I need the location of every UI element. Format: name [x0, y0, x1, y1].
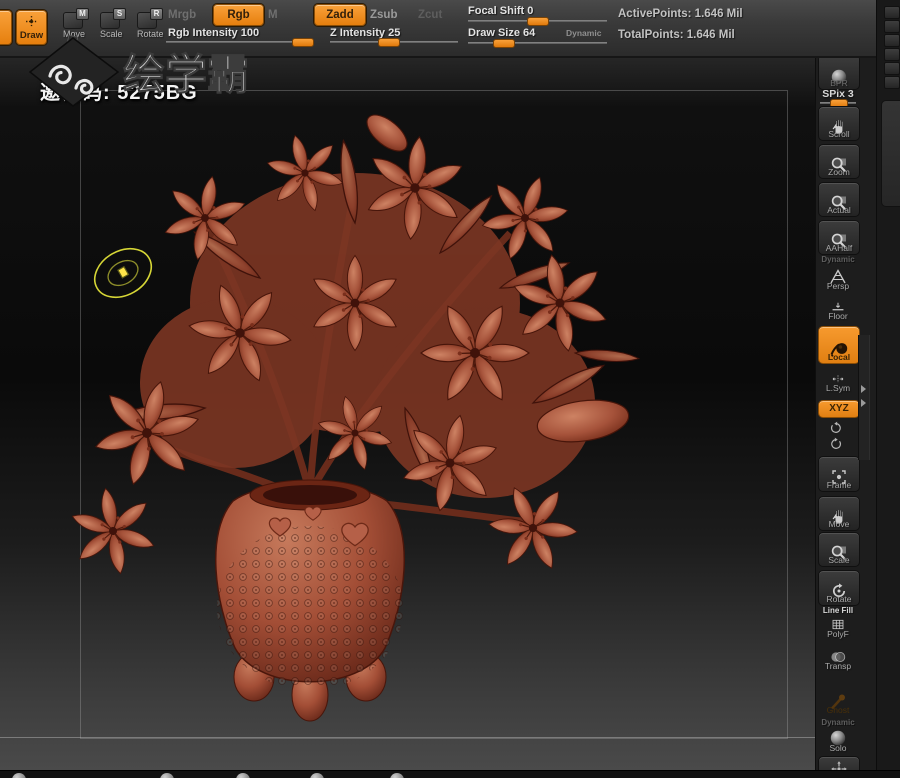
xyz-label: XYZ [829, 403, 849, 414]
edge-mini-button[interactable] [884, 6, 900, 19]
zcut-button[interactable]: Zcut [418, 9, 442, 21]
tray-sphere-icon [390, 773, 404, 778]
transp-label: Transp [824, 661, 852, 671]
focal-shift-label: Focal Shift 0 [468, 5, 534, 17]
edge-mini-button[interactable] [884, 62, 900, 75]
local-button[interactable]: Local [818, 326, 860, 364]
logo-text: 绘学霸 [123, 51, 249, 98]
spin-ccw-button[interactable] [829, 421, 843, 435]
actual-label: Actual [827, 205, 851, 215]
mrgb-button[interactable]: Mrgb [168, 9, 196, 21]
aahalf-button[interactable]: AAHalf [818, 220, 860, 255]
right-edge-strip [876, 0, 900, 778]
edge-mini-button[interactable] [884, 48, 900, 61]
z-intensity-handle[interactable] [378, 38, 400, 47]
frame-label: Frame [826, 480, 852, 490]
move-canvas-label: Move [828, 519, 850, 529]
tray-divider[interactable] [858, 335, 870, 460]
rgb-button[interactable]: Rgb [213, 4, 264, 26]
solo-label: Solo [829, 743, 847, 753]
graduation-cap-icon [28, 37, 120, 107]
polyf-button[interactable]: PolyF [818, 614, 858, 640]
edge-mini-button[interactable] [884, 76, 900, 89]
focal-shift-slider[interactable] [468, 17, 607, 26]
ghost-button[interactable]: Ghost [818, 678, 858, 716]
persp-button[interactable]: Persp [818, 263, 858, 292]
actual-button[interactable]: Actual [818, 182, 860, 217]
bpr-button[interactable]: BPR [818, 55, 860, 90]
move-canvas-button[interactable]: Move [818, 496, 860, 531]
ghost-label: Ghost [826, 705, 850, 715]
solo-button[interactable]: Solo [818, 726, 858, 754]
zadd-button[interactable]: Zadd [314, 4, 366, 26]
transp-button[interactable]: Transp [818, 644, 858, 672]
lsym-label: L.Sym [825, 383, 851, 393]
dynamic-toggle[interactable]: Dynamic [566, 28, 601, 38]
zoom-button[interactable]: Zoom [818, 144, 860, 179]
move-badge: M [76, 8, 89, 20]
clipped-left-button[interactable] [0, 10, 12, 45]
edge-panel[interactable] [881, 100, 900, 207]
divider-arrow-icon [861, 385, 866, 393]
divider-arrow-icon [861, 399, 866, 407]
m-button[interactable]: M [268, 9, 278, 21]
edge-mini-button[interactable] [884, 20, 900, 33]
zoom-label: Zoom [828, 167, 850, 177]
tray-sphere-icon [236, 773, 250, 778]
focal-shift-handle[interactable] [527, 17, 549, 26]
scale-canvas-button[interactable]: Scale [818, 532, 860, 567]
draw-size-slider[interactable] [468, 39, 607, 48]
scale-badge: S [113, 8, 126, 20]
total-points-stat: TotalPoints: 1.646 Mil [618, 29, 735, 41]
spin-cw-icon [829, 437, 843, 451]
persp-label: Persp [826, 281, 850, 291]
huixueba-logo: 绘学霸 [28, 34, 250, 107]
tray-sphere-icon [160, 773, 174, 778]
aahalf-label: AAHalf [825, 243, 853, 253]
scroll-button[interactable]: Scroll [818, 106, 860, 141]
edge-mini-button[interactable] [884, 34, 900, 47]
active-points-stat: ActivePoints: 1.646 Mil [618, 8, 743, 20]
spix-value: 3 [847, 88, 854, 100]
polyf-label: PolyF [827, 629, 849, 639]
brush-cursor [93, 247, 153, 299]
spix-slider[interactable] [820, 99, 856, 108]
document-canvas[interactable] [0, 58, 815, 770]
zbrush-window: Draw M Move S Scale R Rotate Mrgb Rgb M … [0, 0, 900, 778]
focal-shift-value: 0 [527, 5, 534, 17]
xyz-button[interactable]: XYZ [818, 400, 860, 418]
rotate-badge: R [150, 8, 163, 20]
floor-button[interactable]: Floor [818, 297, 858, 322]
bottom-tray-edge[interactable] [0, 770, 900, 778]
rotate-canvas-label: Rotate [826, 594, 852, 604]
tray-sphere-icon [310, 773, 324, 778]
draw-size-label: Draw Size 64 [468, 27, 536, 39]
spin-ccw-icon [829, 421, 843, 435]
scale-canvas-label: Scale [828, 555, 850, 565]
sculpt-model-lily-bouquet[interactable] [55, 103, 655, 738]
spin-cw-button[interactable] [829, 437, 843, 451]
floor-label: Floor [828, 311, 848, 321]
vase [215, 479, 405, 722]
rotate-canvas-button[interactable]: Rotate [818, 570, 860, 606]
local-label: Local [827, 352, 851, 362]
tray-sphere-icon [12, 773, 26, 778]
draw-size-value: 64 [523, 27, 536, 39]
zsub-button[interactable]: Zsub [370, 9, 397, 21]
lsym-button[interactable]: L.Sym [818, 371, 858, 394]
draw-size-handle[interactable] [493, 39, 515, 48]
scroll-label: Scroll [828, 129, 850, 139]
rgb-intensity-handle[interactable] [292, 38, 314, 47]
z-intensity-slider[interactable] [330, 38, 458, 47]
frame-button[interactable]: Frame [818, 456, 860, 492]
